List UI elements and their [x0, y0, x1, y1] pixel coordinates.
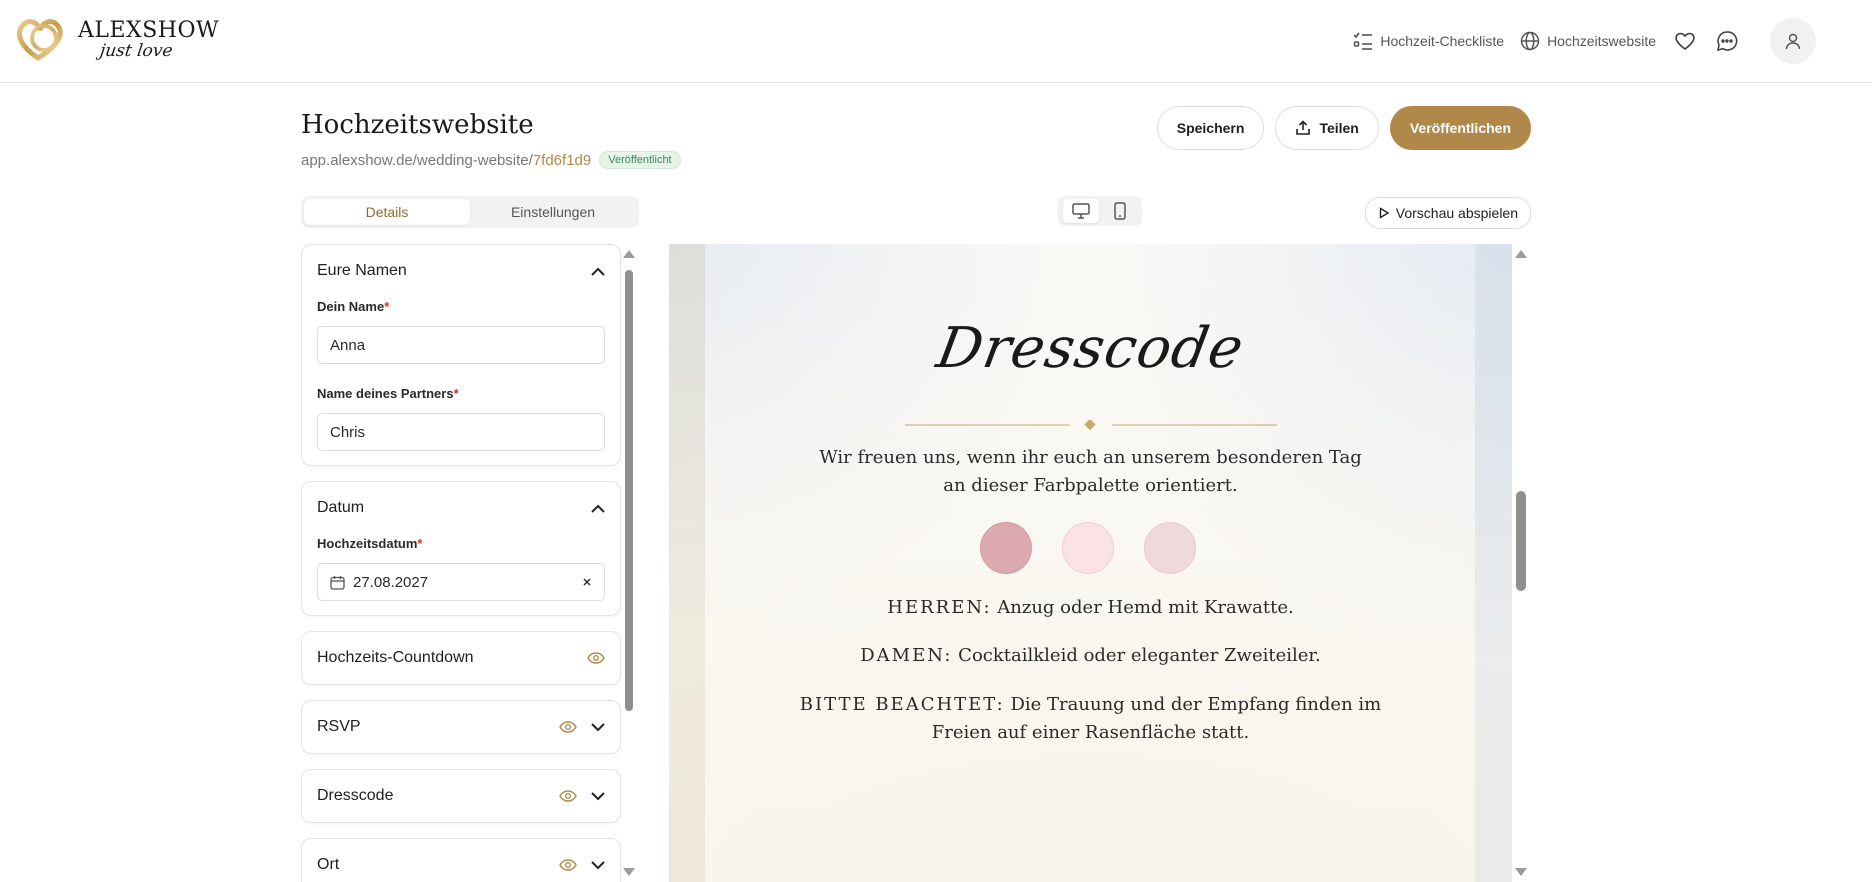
header-actions: Speichern Teilen Veröffentlichen	[1156, 106, 1531, 150]
partner-name-label: Name deines Partners*	[317, 386, 459, 401]
desktop-view-button[interactable]	[1062, 199, 1099, 223]
share-icon	[1296, 120, 1311, 135]
countdown-section-title: Hochzeits-Countdown	[317, 649, 474, 666]
editor-tabs: Details Einstellungen	[301, 196, 639, 228]
eye-icon[interactable]	[559, 721, 577, 733]
preview-scrollbar[interactable]	[1512, 244, 1532, 882]
url-slug: 7fd6f1d9	[532, 151, 592, 169]
chevron-up-icon	[591, 267, 605, 276]
share-button-label: Teilen	[1319, 120, 1359, 136]
names-section: Eure Namen Dein Name* Anna Name deines P…	[301, 244, 621, 466]
color-palette	[980, 522, 1196, 574]
smartphone-icon	[1113, 202, 1126, 220]
calendar-icon	[330, 575, 345, 590]
nav-checklist-label: Hochzeit-Checkliste	[1380, 33, 1505, 49]
eye-icon[interactable]	[587, 652, 605, 664]
website-preview: Dresscode Wir freuen uns, wenn ihr euch …	[669, 244, 1512, 882]
dresscode-section[interactable]: Dresscode	[301, 769, 621, 823]
top-bar: ALEXSHOW just love Hochzeit-Checkliste H…	[0, 0, 1872, 83]
scroll-up-arrow[interactable]	[1515, 250, 1527, 258]
save-button[interactable]: Speichern	[1156, 106, 1265, 150]
checklist-icon	[1353, 32, 1373, 50]
save-button-label: Speichern	[1176, 120, 1245, 136]
brand-tagline: just love	[98, 41, 174, 61]
color-swatch	[1062, 522, 1114, 574]
messages-button[interactable]	[1714, 28, 1740, 54]
share-button[interactable]: Teilen	[1275, 106, 1379, 150]
mobile-view-button[interactable]	[1102, 199, 1138, 223]
nav-website-link[interactable]: Hochzeitswebsite	[1520, 31, 1656, 51]
url-base: app.alexshow.de/wedding-website/	[301, 151, 533, 169]
names-section-header[interactable]: Eure Namen	[317, 245, 605, 297]
location-section-title: Ort	[317, 856, 340, 873]
location-section[interactable]: Ort	[301, 838, 621, 882]
brand-logo[interactable]: ALEXSHOW just love	[14, 14, 219, 64]
scroll-down-arrow[interactable]	[623, 868, 635, 876]
date-section-title: Datum	[317, 499, 365, 516]
play-preview-button[interactable]: Vorschau abspielen	[1364, 197, 1531, 229]
names-section-title: Eure Namen	[317, 262, 407, 279]
top-navigation: Hochzeit-Checkliste Hochzeitswebsite	[1353, 16, 1816, 66]
nav-website-label: Hochzeitswebsite	[1547, 33, 1656, 49]
your-name-label: Dein Name*	[317, 299, 390, 314]
partner-name-input[interactable]: Chris	[317, 413, 605, 451]
dresscode-intro-text: Wir freuen uns, wenn ihr euch an unserem…	[819, 447, 1362, 496]
dresscode-rule-note: BITTE BEACHTET: Die Trauung und der Empf…	[799, 694, 1382, 743]
brand-name: ALEXSHOW	[78, 18, 220, 43]
status-badge: Veröffentlicht	[599, 151, 681, 169]
eye-icon[interactable]	[559, 859, 577, 871]
ornament-divider	[905, 420, 1277, 430]
website-url[interactable]: app.alexshow.de/wedding-website/7fd6f1d9	[301, 152, 591, 169]
your-name-input[interactable]: Anna	[317, 326, 605, 364]
device-toggle	[1058, 196, 1142, 226]
heart-icon	[1675, 32, 1695, 51]
nav-checklist-link[interactable]: Hochzeit-Checkliste	[1353, 32, 1504, 50]
rsvp-section-title: RSVP	[317, 718, 361, 735]
chevron-down-icon[interactable]	[591, 860, 605, 870]
play-icon	[1379, 207, 1390, 219]
wedding-date-input[interactable]: 27.08.2027	[317, 563, 605, 601]
user-icon	[1785, 33, 1801, 50]
tab-details[interactable]: Details	[304, 199, 470, 225]
website-url-row: app.alexshow.de/wedding-website/7fd6f1d9…	[301, 151, 681, 169]
countdown-section[interactable]: Hochzeits-Countdown	[301, 631, 621, 685]
left-panel-scrollbar[interactable]	[623, 244, 635, 882]
color-swatch	[1144, 522, 1196, 574]
color-swatch	[980, 522, 1032, 574]
dresscode-heading: Dresscode	[932, 316, 1249, 381]
scroll-down-arrow[interactable]	[1515, 868, 1527, 876]
chat-icon	[1716, 31, 1738, 52]
dresscode-rule-men: HERREN: Anzug oder Hemd mit Krawatte.	[887, 597, 1294, 618]
dresscode-rule-women: DAMEN: Cocktailkleid oder eleganter Zwei…	[860, 645, 1321, 666]
user-avatar-button[interactable]	[1770, 18, 1816, 64]
publish-button[interactable]: Veröffentlichen	[1389, 106, 1531, 150]
eye-icon[interactable]	[559, 790, 577, 802]
rings-logo-icon	[16, 19, 63, 61]
tab-settings[interactable]: Einstellungen	[470, 199, 636, 225]
dresscode-section-title: Dresscode	[317, 787, 394, 804]
scroll-up-arrow[interactable]	[623, 250, 635, 258]
preview-scrollbar-thumb[interactable]	[1516, 491, 1526, 591]
favorites-button[interactable]	[1672, 28, 1698, 54]
chevron-up-icon	[591, 504, 605, 513]
globe-icon	[1520, 31, 1540, 51]
wedding-date-value: 27.08.2027	[353, 573, 429, 591]
chevron-down-icon[interactable]	[591, 722, 605, 732]
rsvp-section[interactable]: RSVP	[301, 700, 621, 754]
wedding-date-label: Hochzeitsdatum*	[317, 536, 423, 551]
date-section-header[interactable]: Datum	[317, 482, 605, 534]
play-preview-label: Vorschau abspielen	[1395, 205, 1518, 221]
page-title: Hochzeitswebsite	[301, 110, 534, 140]
chevron-down-icon[interactable]	[591, 791, 605, 801]
clear-date-icon[interactable]	[582, 577, 592, 587]
date-section: Datum Hochzeitsdatum* 27.08.2027	[301, 481, 621, 616]
left-scrollbar-thumb[interactable]	[625, 270, 633, 711]
publish-button-label: Veröffentlichen	[1409, 120, 1511, 136]
monitor-icon	[1071, 203, 1090, 219]
editor-sections-panel: Eure Namen Dein Name* Anna Name deines P…	[301, 244, 621, 882]
